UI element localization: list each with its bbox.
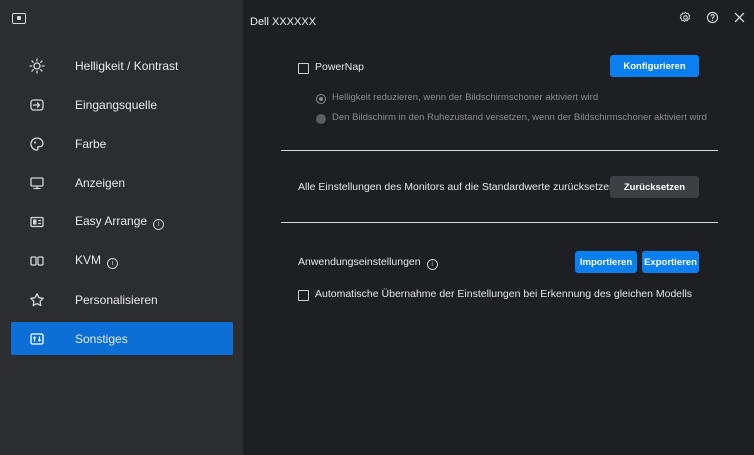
reset-description: Alle Einstellungen des Monitors auf die … xyxy=(298,181,618,193)
sidebar-item-easy-arrange[interactable]: Easy Arrange i xyxy=(11,205,233,238)
radio-reduce-brightness-label: Helligkeit reduzieren, wenn der Bildschi… xyxy=(332,92,599,103)
powernap-label: PowerNap xyxy=(315,61,365,73)
configure-button[interactable]: Konfigurieren xyxy=(610,55,699,77)
easy-arrange-icon xyxy=(28,213,46,231)
import-button[interactable]: Importieren xyxy=(575,251,637,273)
sidebar-item-kvm[interactable]: KVM i xyxy=(11,244,233,277)
app-window: Helligkeit / Kontrast Eingangsquelle Far… xyxy=(0,0,754,455)
main-panel: PowerNap Konfigurieren Helligkeit reduzi… xyxy=(243,0,754,455)
others-icon xyxy=(28,330,46,348)
sidebar-item-text: Easy Arrange xyxy=(75,214,148,228)
kvm-icon xyxy=(28,252,46,270)
sidebar-item-anzeigen[interactable]: Anzeigen xyxy=(11,166,233,199)
sidebar-item-helligkeit-kontrast[interactable]: Helligkeit / Kontrast xyxy=(11,49,233,82)
monitor-icon xyxy=(28,174,46,192)
auto-apply-checkbox[interactable] xyxy=(298,290,309,301)
auto-apply-label: Automatische Übernahme der Einstellungen… xyxy=(315,288,693,300)
sidebar-item-label: Eingangsquelle xyxy=(75,97,158,112)
app-logo-icon xyxy=(12,13,26,24)
info-icon[interactable]: i xyxy=(107,258,119,269)
radio-sleep-display[interactable] xyxy=(316,114,326,124)
sidebar-item-label: Sonstiges xyxy=(75,331,128,346)
palette-icon xyxy=(28,135,46,153)
divider xyxy=(281,150,718,151)
sidebar-item-label: Easy Arrange i xyxy=(75,214,165,230)
sidebar-item-sonstiges[interactable]: Sonstiges xyxy=(11,322,233,355)
export-button[interactable]: Exportieren xyxy=(642,251,699,273)
info-icon[interactable]: i xyxy=(426,259,438,270)
sidebar-item-farbe[interactable]: Farbe xyxy=(11,127,233,160)
sidebar-item-eingangsquelle[interactable]: Eingangsquelle xyxy=(11,88,233,121)
app-settings-label: Anwendungseinstellungen i xyxy=(298,256,438,270)
sidebar-item-label: Personalisieren xyxy=(75,292,158,307)
app-settings-text: Anwendungseinstellungen xyxy=(298,256,421,268)
divider xyxy=(281,222,718,223)
sidebar: Helligkeit / Kontrast Eingangsquelle Far… xyxy=(0,0,243,455)
sidebar-item-label: Helligkeit / Kontrast xyxy=(75,58,179,73)
info-icon[interactable]: i xyxy=(153,219,165,230)
sidebar-item-label: KVM i xyxy=(75,253,119,269)
sidebar-item-text: KVM xyxy=(75,253,102,267)
radio-sleep-display-label: Den Bildschirm in den Ruhezustand verset… xyxy=(332,112,707,123)
star-icon xyxy=(28,291,46,309)
powernap-checkbox[interactable] xyxy=(298,63,309,74)
sidebar-item-label: Anzeigen xyxy=(75,175,126,190)
brightness-icon xyxy=(28,57,46,75)
radio-reduce-brightness[interactable] xyxy=(316,94,326,104)
sidebar-item-personalisieren[interactable]: Personalisieren xyxy=(11,283,233,316)
input-source-icon xyxy=(28,96,46,114)
reset-button[interactable]: Zurücksetzen xyxy=(610,176,699,198)
sidebar-nav: Helligkeit / Kontrast Eingangsquelle Far… xyxy=(11,49,233,361)
sidebar-item-label: Farbe xyxy=(75,136,107,151)
